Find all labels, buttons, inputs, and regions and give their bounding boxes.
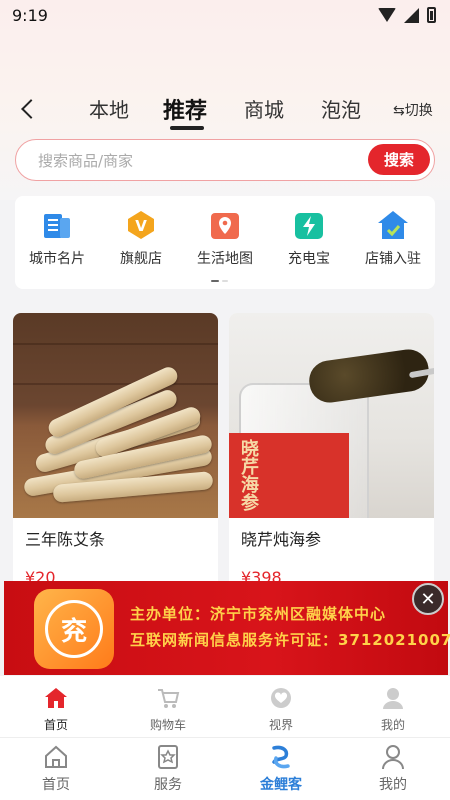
banner-organizer: 主办单位：济宁市兖州区融媒体中心 [130,605,387,623]
nav-home[interactable]: 首页 [21,744,91,794]
vision-icon [269,686,293,710]
inner-tab-bar: 首页 购物车 视界 我的 [0,676,450,738]
switch-button[interactable]: ⇆切换 [393,100,433,120]
koi-fish-icon [268,744,294,770]
search-button[interactable]: 搜索 [368,144,430,175]
chevron-left-icon [21,99,41,119]
nav-mine[interactable]: 我的 [358,744,428,794]
tab-local[interactable]: 本地 [89,94,129,123]
category-label: 店铺入驻 [365,251,421,267]
inner-tab-vision[interactable]: 视界 [246,686,316,733]
power-bank-icon [292,208,326,242]
inner-tab-home[interactable]: 首页 [21,686,91,733]
category-city-card[interactable]: 城市名片 [15,208,99,268]
map-pin-icon [208,208,242,242]
nav-label: 服务 [154,777,182,793]
category-card: 城市名片 V 旗舰店 生活地图 充电宝 店铺入驻 [15,196,435,289]
product-image: 晓芹海参 [229,313,434,518]
nav-label: 首页 [42,777,70,793]
top-nav: 本地 推荐 商城 泡泡 ⇆切换 [0,88,450,132]
product-name: 晓芹炖海参 [241,530,322,549]
category-life-map[interactable]: 生活地图 [183,208,267,268]
search-input[interactable]: 搜索商品/商家 [38,150,133,171]
home-icon [44,686,68,710]
category-label: 生活地图 [197,251,253,267]
tab-label: 视界 [268,718,293,732]
category-label: 城市名片 [29,251,85,267]
tab-label: 我的 [380,718,405,732]
category-flagship[interactable]: V 旗舰店 [99,208,183,268]
flagship-v-icon: V [124,208,158,242]
category-label: 旗舰店 [120,251,162,267]
jar-label-text: 晓芹海参 [238,439,259,511]
wifi-icon [378,8,396,22]
city-card-icon [40,208,74,242]
nav-label: 金鲤客 [260,777,302,793]
category-label: 充电宝 [288,251,330,267]
product-card-moxa[interactable]: 三年陈艾条 ¥20 [13,313,218,593]
tab-label: 首页 [43,718,68,732]
inner-tab-cart[interactable]: 购物车 [133,686,203,733]
profile-icon [381,686,405,710]
home-outline-icon [43,744,69,770]
search-bar[interactable]: 搜索商品/商家 搜索 [15,139,435,181]
bottom-nav: 首页 服务 金鲤客 我的 [0,738,450,800]
sponsor-banner[interactable]: 兖 主办单位：济宁市兖州区融媒体中心 互联网新闻信息服务许可证：37120210… [4,581,450,675]
banner-logo: 兖 [34,589,114,669]
signal-icon [404,7,419,23]
product-name: 三年陈艾条 [25,530,106,549]
service-star-icon [155,744,181,770]
category-page-indicator [211,280,228,282]
status-icons [378,7,436,23]
shop-house-icon [376,208,410,242]
active-tab-indicator [170,126,204,130]
battery-icon [427,7,436,23]
nav-label: 我的 [379,777,407,793]
category-shop-join[interactable]: 店铺入驻 [351,208,435,268]
nav-koi[interactable]: 金鲤客 [246,744,316,794]
svg-text:V: V [135,217,147,235]
tab-recommend[interactable]: 推荐 [163,93,207,125]
status-time: 9:19 [12,5,48,25]
back-button[interactable] [16,95,41,123]
status-bar: 9:19 [0,0,450,30]
product-image [13,313,218,518]
tab-bubble[interactable]: 泡泡 [321,94,361,123]
cart-icon [156,686,180,710]
logo-emblem-icon: 兖 [45,600,103,658]
category-power-bank[interactable]: 充电宝 [267,208,351,268]
tab-label: 购物车 [149,718,186,732]
inner-tab-profile[interactable]: 我的 [358,686,428,733]
nav-service[interactable]: 服务 [133,744,203,794]
product-card-sea-cucumber[interactable]: 晓芹海参 晓芹炖海参 ¥398 [229,313,434,593]
tab-mall[interactable]: 商城 [244,94,284,123]
person-outline-icon [380,744,406,770]
banner-license: 互联网新闻信息服务许可证：37120210073 [130,631,450,649]
close-icon[interactable]: ✕ [412,583,444,615]
